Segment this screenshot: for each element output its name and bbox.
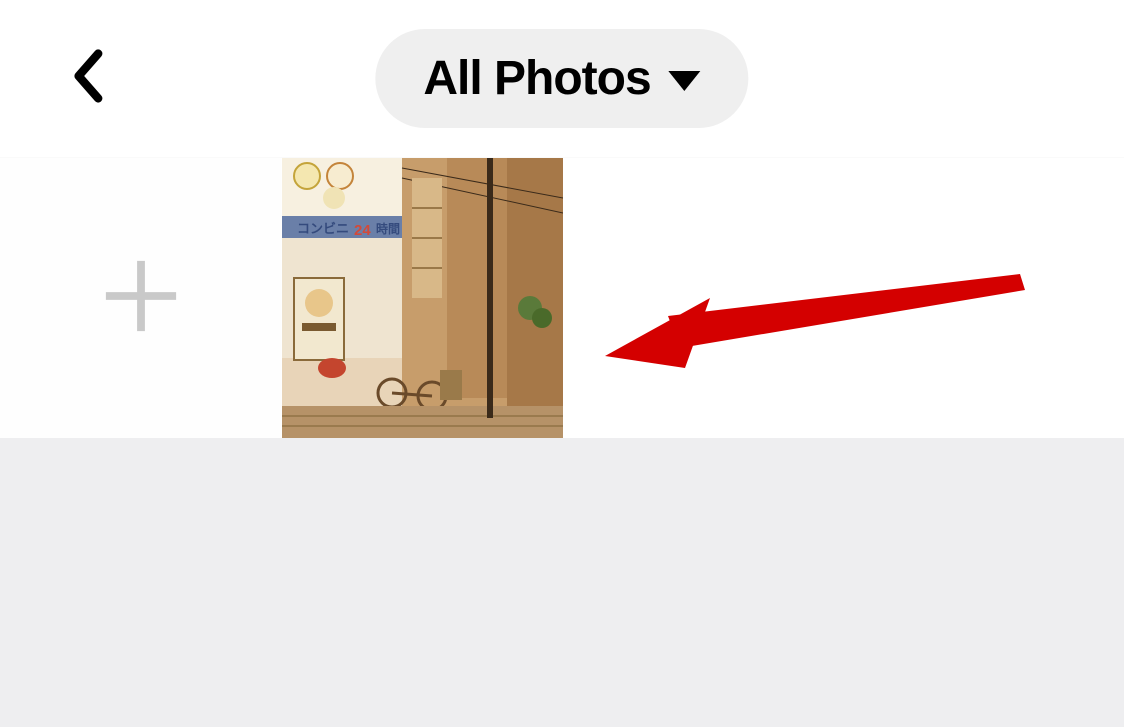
photo-thumbnail[interactable]: コンビニ 24 時間 [282,158,563,438]
caret-down-icon [669,71,701,91]
svg-text:コンビニ: コンビニ [297,221,349,236]
back-button[interactable] [62,49,112,109]
photo-grid-area: コンビニ 24 時間 [0,158,1124,727]
chevron-left-icon [70,48,104,109]
photo-grid-row: コンビニ 24 時間 [0,158,1124,438]
header-bar: All Photos [0,0,1124,158]
svg-text:時間: 時間 [376,221,400,236]
plus-icon [102,257,180,340]
add-photo-tile[interactable] [0,158,281,438]
album-selector[interactable]: All Photos [375,29,748,128]
svg-text:24: 24 [354,222,371,239]
album-title: All Photos [423,51,650,106]
